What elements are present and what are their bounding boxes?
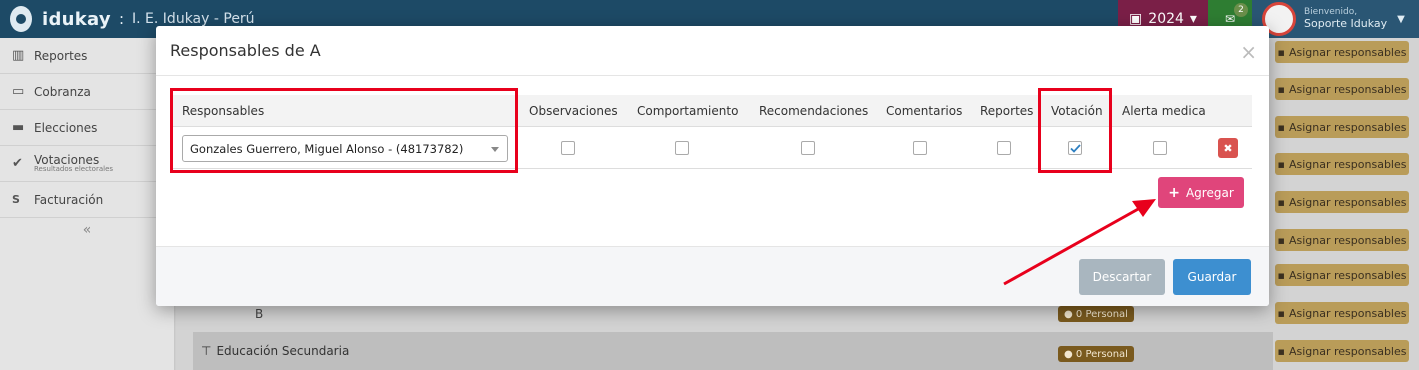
column-header-observaciones: Observaciones (529, 104, 618, 118)
assign-responsables-button[interactable]: ▪ Asignar responsables (1275, 229, 1409, 251)
personal-count-badge: ● 0 Personal (1058, 306, 1134, 322)
mail-icon: ✉ (1224, 12, 1236, 26)
sidebar-item-label: Elecciones (34, 120, 98, 135)
briefcase-icon: ▪ (1277, 120, 1285, 134)
assign-responsables-button[interactable]: ▪ Asignar responsables (1275, 191, 1409, 213)
sidebar-item-sublabel: Resultados electorales (34, 165, 114, 173)
section-label: Educación Secundaria (216, 344, 350, 358)
reportes-checkbox[interactable] (997, 141, 1011, 155)
column-header-reportes: Reportes (980, 104, 1034, 118)
school-name: I. E. Idukay - Perú (132, 11, 255, 27)
idukay-logo-icon (10, 6, 32, 32)
highlight-box-responsables (170, 88, 518, 173)
assign-responsables-button[interactable]: ▪ Asignar responsables (1275, 302, 1409, 324)
collapse-sidebar-icon[interactable]: « (0, 218, 174, 238)
delete-row-button[interactable]: ✖ (1218, 138, 1238, 158)
briefcase-icon: ▪ (1277, 233, 1285, 247)
assign-responsables-button[interactable]: ▪ Asignar responsables (1275, 264, 1409, 286)
sidebar-item-label: Reportes (34, 48, 88, 63)
year-value: 2024 (1148, 11, 1184, 27)
personal-count-badge: ● 0 Personal (1058, 346, 1134, 362)
highlight-box-votacion (1038, 88, 1112, 173)
sidebar-item-reportes[interactable]: ▥ Reportes (0, 38, 174, 74)
assign-responsables-button[interactable]: ▪ Asignar responsables (1275, 153, 1409, 175)
user-icon: ● (1064, 348, 1076, 360)
user-menu[interactable]: Bienvenido, Soporte Idukay ▼ (1252, 0, 1419, 38)
sidebar-item-cobranza[interactable]: ▭ Cobranza (0, 74, 174, 110)
assign-responsables-button[interactable]: ▪ Asignar responsables (1275, 41, 1409, 63)
archive-icon: ▬ (12, 120, 25, 135)
column-header-comentarios: Comentarios (886, 104, 963, 118)
sidebar: ▥ Reportes ▭ Cobranza ▬ Elecciones ✔ Vot… (0, 38, 175, 370)
user-name: Soporte Idukay (1304, 16, 1388, 30)
mail-count-badge: 2 (1234, 3, 1248, 17)
assign-responsables-button[interactable]: ▪ Asignar responsables (1275, 340, 1409, 362)
briefcase-icon: ▪ (1277, 195, 1285, 209)
brand-name: idukay (42, 8, 111, 30)
money-icon: ▭ (12, 84, 25, 99)
save-button[interactable]: Guardar (1173, 259, 1251, 295)
alerta-medica-checkbox[interactable] (1153, 141, 1167, 155)
sidebar-item-label: Cobranza (34, 84, 91, 99)
bar-chart-icon: ▥ (12, 48, 25, 63)
discard-button[interactable]: Descartar (1079, 259, 1165, 295)
assign-responsables-button[interactable]: ▪ Asignar responsables (1275, 116, 1409, 138)
sitemap-icon: ⊤ (201, 344, 212, 358)
briefcase-icon: ▪ (1277, 306, 1285, 320)
sidebar-item-votaciones[interactable]: ✔ Votaciones Resultados electorales (0, 146, 174, 182)
add-button-label: Agregar (1185, 185, 1234, 200)
close-icon[interactable]: × (1240, 40, 1257, 64)
check-circle-icon: ✔ (12, 156, 23, 171)
user-icon: ● (1064, 308, 1076, 320)
column-header-recomendaciones: Recomendaciones (759, 104, 869, 118)
briefcase-icon: ▪ (1277, 157, 1285, 171)
modal-header: Responsables de A (156, 26, 1269, 76)
sae-logo-icon: S (12, 193, 20, 206)
briefcase-icon: ▪ (1277, 45, 1285, 59)
modal-footer: Descartar Guardar (156, 246, 1269, 306)
comentarios-checkbox[interactable] (913, 141, 927, 155)
sidebar-item-elecciones[interactable]: ▬ Elecciones (0, 110, 174, 146)
assign-responsables-button[interactable]: ▪ Asignar responsables (1275, 78, 1409, 100)
sidebar-item-facturacion[interactable]: S Facturación (0, 182, 174, 218)
column-header-comportamiento: Comportamiento (637, 104, 739, 118)
chevron-down-icon: ▾ (1189, 11, 1197, 27)
briefcase-icon: ▪ (1277, 82, 1285, 96)
level-row-label: B (255, 307, 264, 321)
brand-separator: : (118, 10, 125, 28)
briefcase-icon: ▪ (1277, 344, 1285, 358)
chevron-down-icon: ▼ (1397, 13, 1405, 25)
modal-title: Responsables de A (170, 41, 321, 60)
column-header-alerta-medica: Alerta medica (1122, 104, 1206, 118)
calendar-icon: ▣ (1129, 11, 1143, 27)
close-icon: ✖ (1223, 141, 1233, 155)
plus-icon: + (1168, 184, 1180, 201)
recomendaciones-checkbox[interactable] (801, 141, 815, 155)
briefcase-icon: ▪ (1277, 268, 1285, 282)
comportamiento-checkbox[interactable] (675, 141, 689, 155)
add-responsable-button[interactable]: + Agregar (1158, 177, 1244, 208)
observaciones-checkbox[interactable] (561, 141, 575, 155)
sidebar-item-label: Facturación (34, 192, 104, 207)
